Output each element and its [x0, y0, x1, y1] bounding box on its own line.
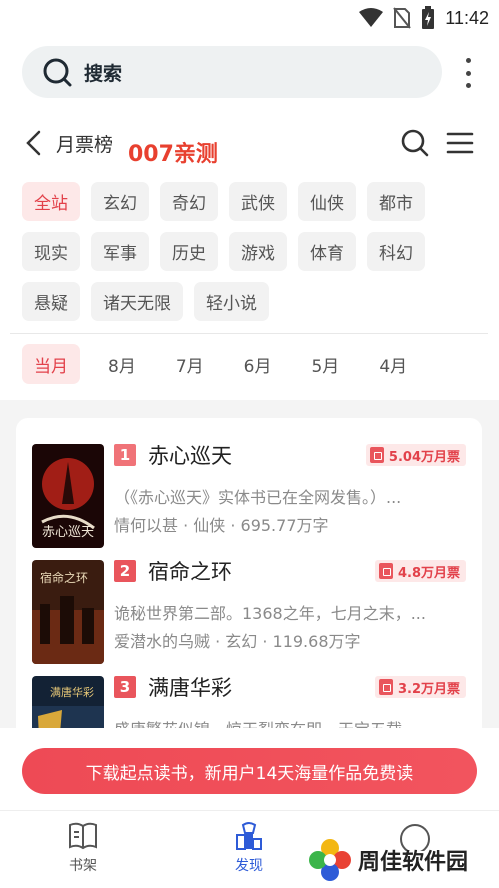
monthly-ticket-badge: 3.2万月票	[374, 676, 466, 698]
pinwheel-logo-icon	[309, 839, 351, 881]
ticket-count: 4.8万月票	[397, 565, 460, 581]
title-row: 月票榜 007亲测	[0, 122, 499, 167]
status-time: 11:42	[445, 7, 489, 28]
category-chip[interactable]: 现实	[22, 232, 80, 271]
book-meta: 情何以甚 · 仙侠 · 695.77万字	[114, 516, 329, 535]
category-chip[interactable]: 轻小说	[194, 282, 269, 321]
ticket-count: 5.04万月票	[388, 449, 460, 465]
nav-label: 发现	[235, 858, 263, 874]
month-tab[interactable]: 当月	[22, 344, 80, 384]
nav-bookshelf[interactable]: 书架	[43, 821, 123, 875]
rank-badge: 1	[114, 444, 136, 466]
site-name: 周佳软件园	[358, 850, 469, 875]
cover-title: 赤心巡天	[42, 525, 94, 540]
book-title: 宿命之环	[148, 560, 232, 584]
monthly-ticket-badge: 5.04万月票	[365, 444, 466, 466]
battery-charging-icon	[422, 6, 435, 29]
divider	[10, 333, 488, 334]
ranking-list: 赤心巡天 1 赤心巡天 5.04万月票 （《赤心巡天》实体书已在全网发售。）..…	[16, 418, 482, 748]
category-chip[interactable]: 军事	[91, 232, 149, 271]
category-chip[interactable]: 悬疑	[22, 282, 80, 321]
book-item[interactable]: 赤心巡天 1 赤心巡天 5.04万月票 （《赤心巡天》实体书已在全网发售。）..…	[16, 440, 482, 556]
book-item[interactable]: 宿命之环 2 宿命之环 4.8万月票 诡秘世界第二部。1368之年，七月之末，.…	[16, 556, 482, 672]
ticket-count: 3.2万月票	[397, 681, 460, 697]
category-chip[interactable]: 玄幻	[91, 182, 149, 221]
category-chip[interactable]: 体育	[298, 232, 356, 271]
cover-title: 宿命之环	[40, 570, 88, 585]
more-options-icon[interactable]	[460, 58, 476, 88]
month-tab[interactable]: 8月	[96, 344, 148, 384]
nav-discover[interactable]: 发现	[209, 821, 289, 875]
book-title: 满唐华彩	[148, 676, 232, 700]
category-chip[interactable]: 科幻	[367, 232, 425, 271]
category-chip[interactable]: 诸天无限	[91, 282, 183, 321]
site-logo: 周佳软件园	[306, 836, 468, 884]
discover-icon	[236, 822, 262, 850]
page-title: 月票榜	[56, 134, 114, 156]
download-app-button[interactable]: 下载起点读书，新用户14天海量作品免费读	[22, 748, 477, 794]
category-chip[interactable]: 全站	[22, 182, 80, 221]
search-bar[interactable]: 搜索	[22, 46, 442, 98]
status-icons: 11:42	[359, 6, 489, 30]
category-chip[interactable]: 历史	[160, 232, 218, 271]
month-tab[interactable]: 6月	[232, 344, 284, 384]
book-cover: 宿命之环	[32, 560, 104, 664]
nav-label: 书架	[69, 858, 97, 874]
month-tab[interactable]: 5月	[299, 344, 351, 384]
book-meta: 爱潜水的乌贼 · 玄幻 · 119.68万字	[114, 632, 361, 651]
month-tab[interactable]: 7月	[164, 344, 216, 384]
month-tabs: 当月 8月 7月 6月 5月 4月	[22, 344, 419, 384]
search-icon[interactable]	[400, 128, 430, 158]
menu-icon[interactable]	[446, 132, 474, 154]
category-chips: 全站 玄幻 奇幻 武侠 仙侠 都市 现实 军事 历史 游戏 体育 科幻 悬疑 诸…	[22, 182, 482, 321]
back-arrow-icon[interactable]	[24, 130, 44, 156]
book-description: 诡秘世界第二部。1368之年，七月之末，...	[114, 604, 426, 623]
search-icon	[43, 58, 72, 87]
no-sim-icon	[393, 7, 412, 29]
month-tab[interactable]: 4月	[367, 344, 419, 384]
search-label: 搜索	[84, 62, 123, 85]
category-chip[interactable]: 奇幻	[160, 182, 218, 221]
monthly-ticket-badge: 4.8万月票	[374, 560, 466, 582]
category-chip[interactable]: 都市	[367, 182, 425, 221]
status-bar: 11:42	[0, 0, 499, 36]
category-chip[interactable]: 仙侠	[298, 182, 356, 221]
cover-title: 满唐华彩	[50, 685, 94, 699]
ticket-icon	[378, 679, 393, 695]
wifi-icon	[359, 8, 384, 27]
book-description: （《赤心巡天》实体书已在全网发售。）...	[114, 488, 402, 507]
watermark-text: 007亲测	[128, 142, 218, 167]
book-title: 赤心巡天	[148, 444, 232, 468]
ticket-icon	[378, 563, 393, 579]
category-chip[interactable]: 武侠	[229, 182, 287, 221]
rank-badge: 3	[114, 676, 136, 698]
book-icon	[69, 822, 97, 850]
book-cover: 赤心巡天	[32, 444, 104, 548]
rank-badge: 2	[114, 560, 136, 582]
ticket-icon	[369, 447, 384, 463]
category-chip[interactable]: 游戏	[229, 232, 287, 271]
